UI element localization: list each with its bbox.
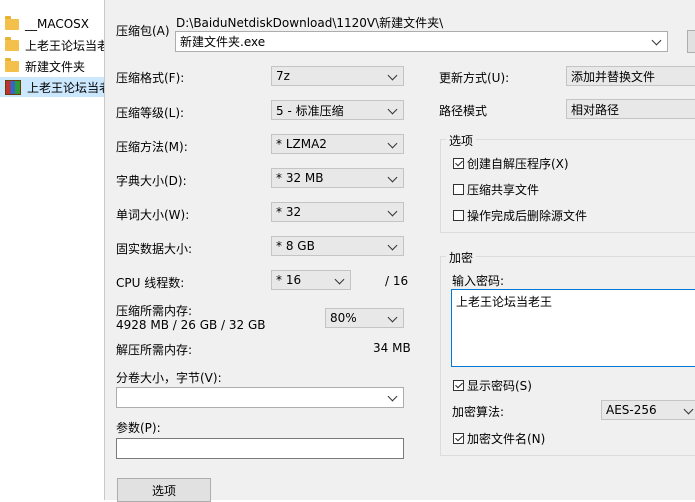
encrypt-names-checkbox[interactable]: 加密文件名(N) — [453, 430, 545, 447]
solid-label: 固实数据大小: — [116, 242, 193, 256]
threads-value: * 16 — [276, 273, 302, 287]
decompress-value: 34 MB — [373, 341, 411, 355]
encryption-method-combo[interactable]: AES-256 — [601, 400, 695, 420]
threads-combo[interactable]: * 16 — [271, 270, 351, 290]
password-value: 上老王论坛当老王 — [456, 295, 553, 309]
level-value: 5 - 标准压缩 — [276, 103, 344, 118]
threads-total: / 16 — [385, 274, 409, 288]
word-combo[interactable]: * 32 — [271, 202, 404, 222]
update-mode-combo[interactable]: 添加并替换文件 — [566, 66, 695, 86]
format-combo[interactable]: 7z — [271, 66, 404, 86]
archive-label: 压缩包(A) — [116, 24, 170, 38]
archive-name-combo[interactable]: 新建文件夹.exe — [175, 31, 668, 52]
split-label: 分卷大小，字节(V): — [116, 371, 222, 385]
checkbox-icon[interactable] — [453, 184, 464, 195]
chevron-down-icon — [683, 404, 694, 415]
chevron-down-icon — [387, 240, 398, 251]
file-item-new-folder[interactable]: 新建文件夹 — [0, 56, 104, 76]
file-name: 上老王论坛当老 — [25, 38, 104, 53]
format-label: 压缩格式(F): — [116, 71, 185, 85]
file-item-archive[interactable]: 上老王论坛当老 — [0, 77, 104, 97]
solid-combo[interactable]: * 8 GB — [271, 236, 404, 256]
path-mode-value: 相对路径 — [571, 102, 620, 117]
update-mode-label: 更新方式(U): — [439, 71, 510, 85]
level-label: 压缩等级(L): — [116, 106, 185, 120]
params-label: 参数(P): — [116, 421, 161, 435]
browse-button[interactable] — [687, 30, 695, 53]
chevron-down-icon — [387, 206, 398, 217]
file-item-folder[interactable]: 上老王论坛当老 — [0, 35, 104, 55]
options-group-title: 选项 — [446, 132, 477, 149]
chevron-down-icon[interactable] — [651, 35, 662, 46]
password-label: 输入密码: — [452, 274, 505, 288]
shared-files-checkbox[interactable]: 压缩共享文件 — [453, 181, 539, 198]
delete-after-checkbox[interactable]: 操作完成后删除源文件 — [453, 207, 587, 224]
folder-icon — [5, 57, 19, 72]
memory-label: 压缩所需内存: — [116, 304, 193, 318]
folder-icon — [5, 36, 19, 51]
chevron-down-icon — [387, 172, 398, 183]
method-combo[interactable]: * LZMA2 — [271, 134, 404, 154]
level-combo[interactable]: 5 - 标准压缩 — [271, 100, 404, 120]
word-value: * 32 — [276, 205, 302, 219]
archive-path: D:\BaiduNetdiskDownload\1120V\新建文件夹\ — [176, 16, 444, 30]
memory-percent-combo[interactable]: 80% — [325, 308, 404, 328]
checkbox-icon[interactable] — [453, 210, 464, 221]
split-size-combo[interactable] — [116, 387, 404, 408]
sfx-checkbox[interactable]: 创建自解压程序(X) — [453, 155, 569, 172]
chevron-down-icon — [387, 312, 398, 323]
dictionary-label: 字典大小(D): — [116, 174, 187, 188]
method-label: 压缩方法(M): — [116, 140, 188, 154]
encryption-method-value: AES-256 — [606, 403, 657, 417]
file-item-macosx[interactable]: __MACOSX — [0, 14, 104, 34]
path-mode-label: 路径模式 — [439, 104, 488, 118]
encryption-method-label: 加密算法: — [452, 405, 505, 419]
file-explorer-pane: __MACOSX 上老王论坛当老 新建文件夹 上老王论坛当老 — [0, 0, 104, 500]
memory-percent-value: 80% — [330, 311, 357, 325]
folder-icon — [5, 15, 19, 30]
dictionary-value: * 32 MB — [276, 171, 324, 185]
file-name: 新建文件夹 — [25, 59, 86, 74]
encrypt-names-label: 加密文件名(N) — [467, 432, 546, 446]
chevron-down-icon — [387, 391, 398, 402]
decompress-label: 解压所需内存: — [116, 343, 193, 357]
chevron-down-icon — [387, 138, 398, 149]
word-label: 单词大小(W): — [116, 208, 190, 222]
checkbox-checked-icon[interactable] — [453, 158, 464, 169]
update-mode-value: 添加并替换文件 — [571, 69, 656, 84]
add-to-archive-dialog: 压缩包(A) D:\BaiduNetdiskDownload\1120V\新建文… — [104, 0, 695, 502]
path-mode-combo[interactable]: 相对路径 — [566, 99, 695, 119]
show-password-checkbox[interactable]: 显示密码(S) — [453, 377, 532, 394]
delete-after-label: 操作完成后删除源文件 — [467, 209, 588, 223]
archive-name-value: 新建文件夹.exe — [180, 35, 266, 49]
chevron-down-icon — [334, 274, 345, 285]
chevron-down-icon — [387, 70, 398, 81]
checkbox-checked-icon[interactable] — [453, 433, 464, 444]
sfx-label: 创建自解压程序(X) — [467, 157, 569, 171]
show-password-label: 显示密码(S) — [467, 379, 532, 393]
file-name: 上老王论坛当老 — [27, 80, 104, 95]
shared-files-label: 压缩共享文件 — [467, 183, 540, 197]
solid-value: * 8 GB — [276, 239, 315, 253]
dictionary-combo[interactable]: * 32 MB — [271, 168, 404, 188]
params-input[interactable] — [116, 438, 404, 459]
checkbox-checked-icon[interactable] — [453, 380, 464, 391]
threads-label: CPU 线程数: — [116, 276, 185, 290]
options-button[interactable]: 选项 — [117, 478, 211, 502]
chevron-down-icon — [387, 104, 398, 115]
format-value: 7z — [276, 69, 290, 83]
encryption-group-title: 加密 — [446, 249, 477, 266]
winrar-archive-icon — [5, 79, 21, 95]
file-name: __MACOSX — [25, 17, 90, 31]
method-value: * LZMA2 — [276, 137, 327, 151]
password-input[interactable]: 上老王论坛当老王 — [451, 289, 695, 367]
memory-detail: 4928 MB / 26 GB / 32 GB — [116, 318, 266, 332]
